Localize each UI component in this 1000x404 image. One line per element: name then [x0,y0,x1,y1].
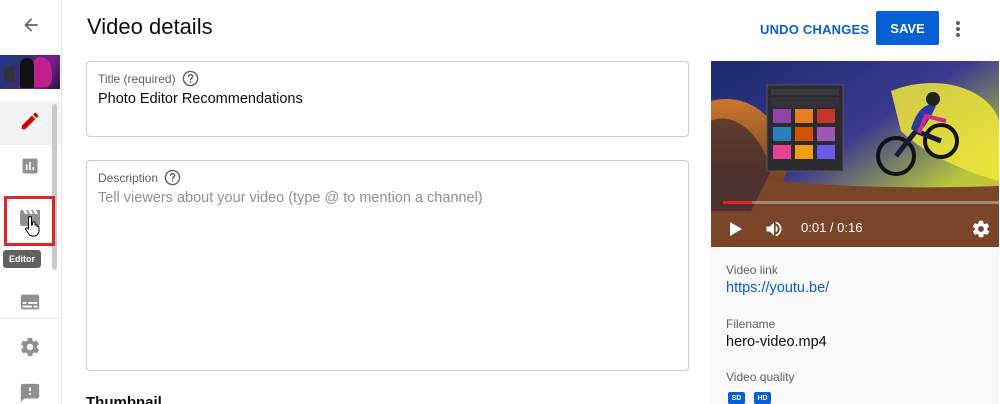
page-title: Video details [87,14,213,39]
video-player[interactable]: 0:01 / 0:16 [711,61,999,247]
filename-label: Filename [726,317,776,331]
nav-details[interactable] [0,101,60,145]
filename-value: hero-video.mp4 [726,334,827,350]
video-thumbnail[interactable] [0,55,60,89]
help-icon[interactable] [182,70,199,87]
hd-badge: HD [754,392,771,404]
progress-bar[interactable] [723,201,999,204]
analytics-icon [20,156,40,181]
nav-settings[interactable] [0,327,60,371]
title-field[interactable]: Title (required) Photo Editor Recommenda… [86,61,689,137]
editor-tooltip: Editor [3,250,41,268]
volume-icon[interactable] [763,217,785,241]
back-arrow-icon[interactable] [18,12,44,38]
player-controls: 0:01 / 0:16 [711,201,999,247]
save-button[interactable]: SAVE [876,11,939,45]
settings-icon [19,336,41,363]
description-field[interactable]: Description Tell viewers about your vide… [86,160,689,371]
nav-feedback[interactable] [0,373,60,404]
progress-fill [723,201,752,204]
editor-highlight-box [4,196,55,246]
subtitles-icon [19,291,41,318]
sd-badge: SD [728,392,745,404]
undo-changes-button[interactable]: UNDO CHANGES [752,14,877,44]
play-icon[interactable] [729,217,743,241]
gear-icon[interactable] [971,217,991,241]
title-label: Title (required) [98,71,176,86]
pencil-icon [19,110,41,137]
help-icon[interactable] [164,169,181,186]
title-input[interactable]: Photo Editor Recommendations [98,91,303,107]
description-label: Description [98,170,159,185]
nav-analytics[interactable] [0,146,60,190]
video-link-label: Video link [726,263,778,277]
video-side-panel: 0:01 / 0:16 Video link https://youtu.be/… [711,61,999,404]
feedback-icon [19,382,41,404]
video-quality-label: Video quality [726,370,795,384]
nav-subtitles[interactable] [0,282,60,326]
more-options-icon[interactable] [948,14,968,44]
video-link[interactable]: https://youtu.be/ [726,280,829,296]
rail-divider [0,318,62,319]
video-time: 0:01 / 0:16 [801,220,863,235]
thumbnail-heading: Thumbnail [86,394,162,404]
description-input[interactable]: Tell viewers about your video (type @ to… [98,190,483,206]
